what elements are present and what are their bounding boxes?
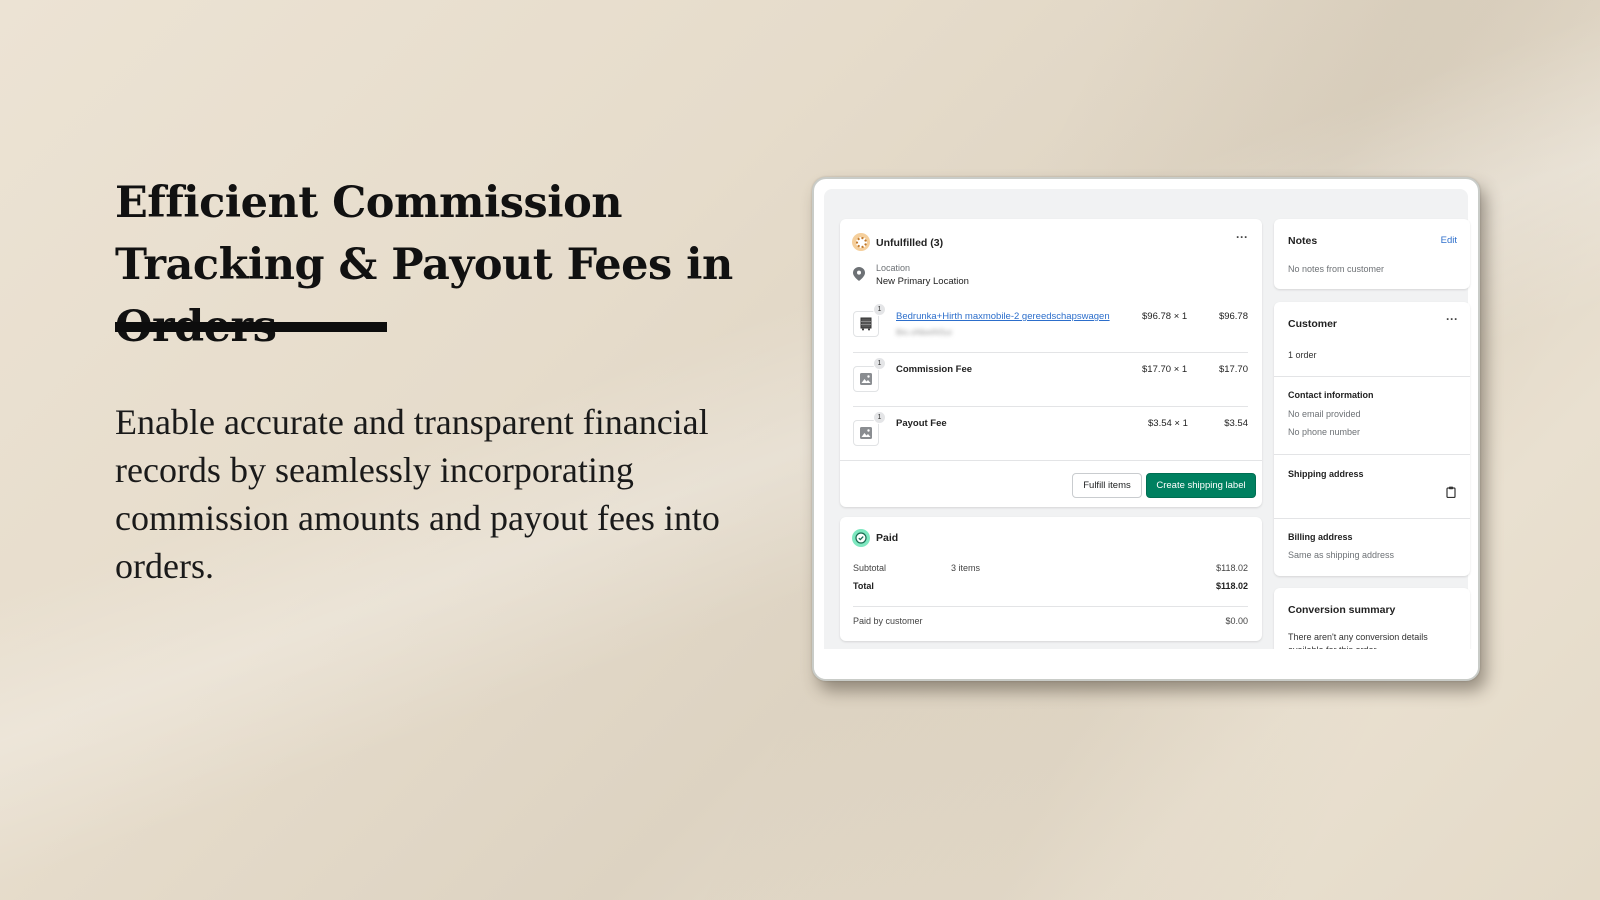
customer-email: No email provided bbox=[1288, 409, 1361, 419]
payment-card: Paid Subtotal 3 items $118.02 Total $118… bbox=[840, 517, 1262, 641]
product-thumbnail bbox=[853, 420, 879, 446]
paid-by-customer-label: Paid by customer bbox=[853, 616, 923, 626]
conversion-title: Conversion summary bbox=[1288, 604, 1396, 616]
total-label: Total bbox=[853, 581, 874, 591]
billing-address-value: Same as shipping address bbox=[1288, 550, 1395, 560]
divider bbox=[853, 606, 1248, 607]
payment-status: Paid bbox=[876, 532, 899, 544]
location-pin-icon bbox=[853, 267, 865, 284]
subtotal-value: $118.02 bbox=[1216, 563, 1248, 573]
item-unit-price: $96.78 × 1 bbox=[1142, 311, 1188, 322]
hero-description: Enable accurate and transparent financia… bbox=[115, 402, 720, 586]
check-circle-icon bbox=[855, 532, 867, 544]
paid-by-customer-value: $0.00 bbox=[1225, 616, 1248, 626]
customer-phone: No phone number bbox=[1288, 427, 1361, 437]
quantity-badge: 1 bbox=[873, 303, 886, 316]
quantity-badge: 1 bbox=[873, 357, 886, 370]
customer-card: Customer ··· 1 order Contact information… bbox=[1274, 302, 1470, 576]
billing-address-title: Billing address bbox=[1288, 532, 1353, 542]
location-value: New Primary Location bbox=[876, 276, 969, 287]
divider bbox=[853, 406, 1248, 407]
item-total: $3.54 bbox=[1224, 418, 1248, 429]
item-unit-price: $17.70 × 1 bbox=[1142, 364, 1188, 375]
image-placeholder-icon bbox=[860, 427, 872, 439]
product-sku: Bio.oNbetNSui bbox=[896, 327, 952, 337]
create-shipping-label-button[interactable]: Create shipping label bbox=[1146, 473, 1256, 498]
order-screenshot-window: Unfulfilled (3) ··· Location New Primary… bbox=[812, 177, 1480, 681]
fulfill-items-button[interactable]: Fulfill items bbox=[1072, 473, 1142, 498]
customer-title: Customer bbox=[1288, 318, 1338, 330]
copy-clipboard-icon[interactable] bbox=[1446, 486, 1456, 501]
shipping-address-title: Shipping address bbox=[1288, 469, 1364, 479]
location-label: Location bbox=[876, 263, 911, 273]
product-thumbnail bbox=[853, 366, 879, 392]
more-horizontal-icon[interactable]: ··· bbox=[1446, 312, 1458, 326]
image-placeholder-icon bbox=[860, 373, 872, 385]
customer-orders: 1 order bbox=[1288, 350, 1317, 360]
divider bbox=[840, 460, 1262, 461]
subtotal-items: 3 items bbox=[951, 563, 981, 573]
subtotal-label: Subtotal bbox=[853, 563, 887, 573]
paid-status-icon bbox=[852, 529, 870, 547]
tool-cart-icon bbox=[860, 317, 872, 331]
divider bbox=[1274, 518, 1470, 519]
unfulfilled-status-icon bbox=[852, 233, 870, 251]
order-page: Unfulfilled (3) ··· Location New Primary… bbox=[824, 189, 1470, 668]
more-horizontal-icon[interactable]: ··· bbox=[1236, 230, 1248, 244]
notes-edit-link[interactable]: Edit bbox=[1441, 235, 1457, 246]
divider bbox=[853, 352, 1248, 353]
contact-info-title: Contact information bbox=[1288, 390, 1374, 400]
item-name: Commission Fee bbox=[896, 364, 973, 375]
divider bbox=[1274, 454, 1470, 455]
title-underline bbox=[115, 322, 387, 332]
item-name: Payout Fee bbox=[896, 418, 947, 429]
product-link[interactable]: Bedrunka+Hirth maxmobile-2 gereedschapsw… bbox=[896, 311, 1110, 322]
total-value: $118.02 bbox=[1215, 581, 1248, 591]
notes-body: No notes from customer bbox=[1288, 264, 1385, 274]
item-total: $17.70 bbox=[1218, 364, 1248, 375]
quantity-badge: 1 bbox=[873, 411, 886, 424]
item-unit-price: $3.54 × 1 bbox=[1148, 418, 1188, 429]
window-bottom-fade bbox=[814, 649, 1478, 679]
notes-card: Notes Edit No notes from customer bbox=[1274, 219, 1470, 289]
fulfillment-card: Unfulfilled (3) ··· Location New Primary… bbox=[840, 219, 1262, 507]
fulfillment-status: Unfulfilled (3) bbox=[876, 237, 944, 249]
item-total: $96.78 bbox=[1218, 311, 1248, 322]
notes-title: Notes bbox=[1288, 235, 1318, 247]
divider bbox=[1274, 376, 1470, 377]
